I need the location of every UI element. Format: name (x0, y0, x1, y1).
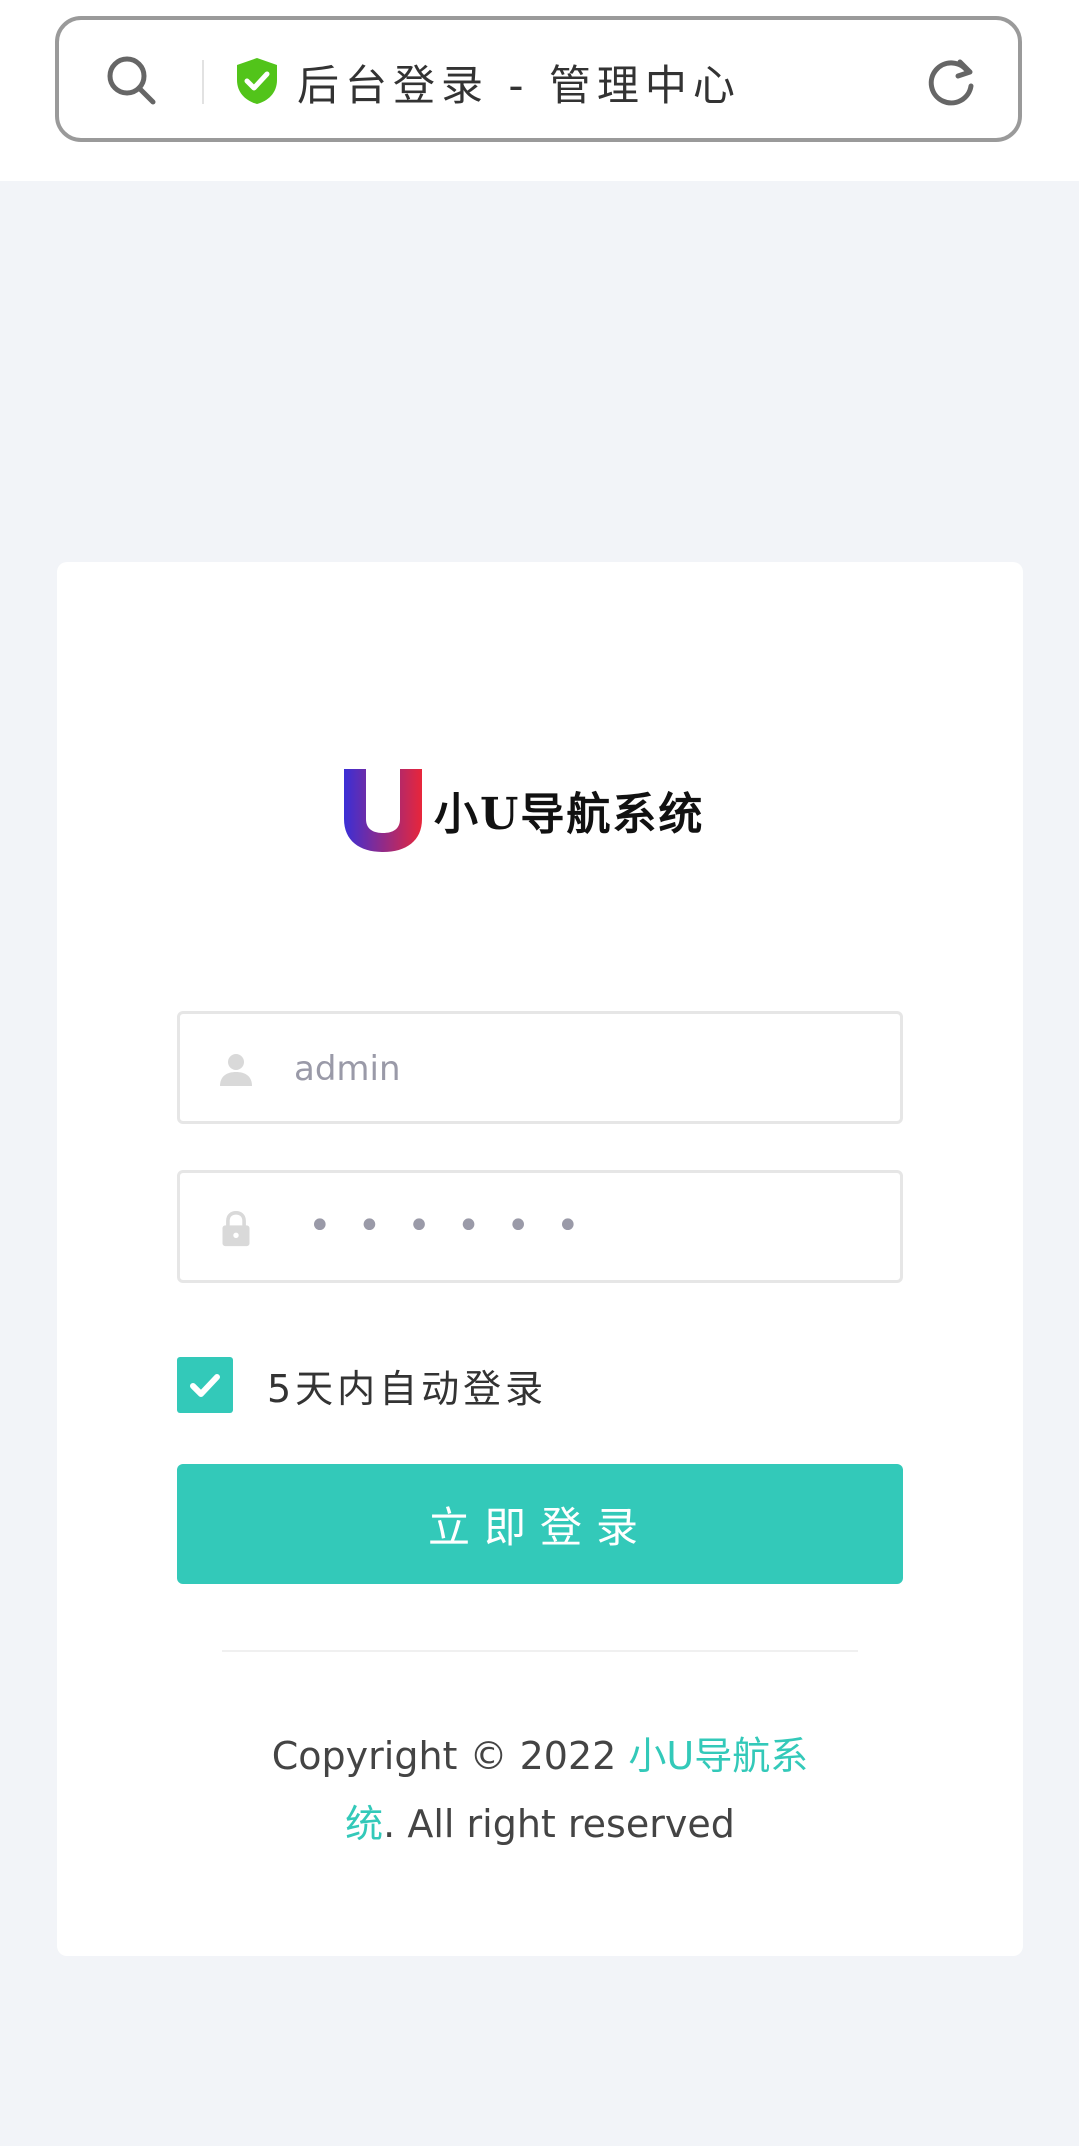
page-title: 后台登录 - 管理中心 (297, 61, 741, 110)
logo-u-icon (344, 769, 422, 852)
divider (222, 1650, 858, 1652)
remember-me[interactable]: 5天内自动登录 (177, 1357, 547, 1413)
search-icon[interactable] (105, 54, 157, 106)
login-card: 小U导航系统 •••••• 5天内自动登录 立即登录 Copyright © 2… (57, 562, 1023, 1956)
user-icon (220, 1054, 252, 1086)
remember-checkbox[interactable] (177, 1357, 233, 1413)
address-bar[interactable]: 后台登录 - 管理中心 (55, 16, 1022, 142)
browser-top-bar: 后台登录 - 管理中心 (0, 0, 1079, 181)
username-field[interactable] (177, 1011, 903, 1124)
password-field[interactable]: •••••• (177, 1170, 903, 1283)
check-icon (190, 1374, 220, 1397)
copyright-prefix: Copyright © 2022 (271, 1734, 629, 1778)
logo: 小U导航系统 (340, 767, 704, 853)
remember-label: 5天内自动登录 (267, 1366, 548, 1411)
shield-check-icon (237, 58, 277, 104)
lock-icon (222, 1211, 250, 1247)
copyright: Copyright © 2022 小U导航系统. All right reser… (257, 1722, 823, 1858)
reload-icon[interactable] (924, 56, 978, 110)
login-button[interactable]: 立即登录 (177, 1464, 903, 1584)
address-separator (202, 60, 204, 104)
password-input[interactable]: •••••• (308, 1203, 606, 1249)
username-input[interactable] (292, 1036, 876, 1102)
copyright-suffix: . All right reserved (383, 1802, 735, 1846)
logo-text: 小U导航系统 (434, 789, 705, 840)
